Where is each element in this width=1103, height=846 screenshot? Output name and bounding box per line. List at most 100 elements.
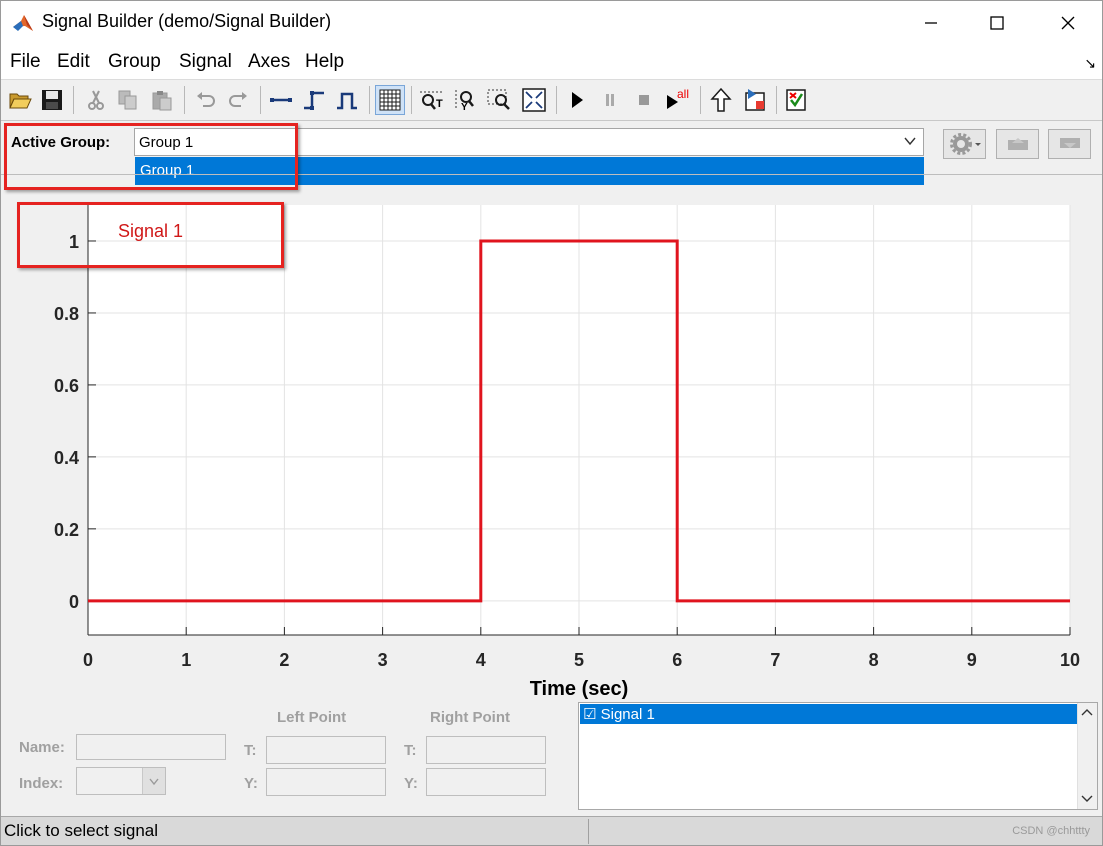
status-text: Click to select signal [4,821,159,840]
x-tick-label: 5 [574,650,584,670]
move-signal-down-button[interactable] [1048,129,1091,159]
left-point-y-field[interactable] [266,768,386,796]
undo-icon [197,92,215,107]
redo-icon [229,92,247,107]
scroll-down-icon[interactable] [1081,794,1093,804]
chevron-down-icon [149,778,159,786]
signal-index-select[interactable] [76,767,166,795]
menu-group[interactable]: Group [108,51,161,73]
x-tick-label: 1 [181,650,191,670]
menu-edit[interactable]: Edit [57,51,90,73]
x-tick-label: 6 [672,650,682,670]
signal-list-item[interactable]: ☑ Signal 1 [580,704,1077,724]
signal-list[interactable]: ☑ Signal 1 [578,702,1098,810]
run-all-button[interactable]: all [663,85,693,115]
pause-button[interactable] [595,85,625,115]
stop-button[interactable] [629,85,659,115]
name-label: Name: [19,739,65,756]
line-segment-icon [270,98,292,102]
zoom-t-icon: T [420,91,444,110]
cut-button[interactable] [81,85,111,115]
x-tick-label: 0 [83,650,93,670]
verification-icon [786,89,806,111]
signal-name-field[interactable] [76,734,226,760]
play-icon [572,92,583,108]
goto-block-icon [745,89,765,111]
y-tick-label: 0.6 [54,376,79,396]
y-tick-label: 0.8 [54,304,79,324]
pulse-button[interactable] [332,85,362,115]
play-button[interactable] [562,85,592,115]
fit-view-icon [522,88,546,112]
menu-axes[interactable]: Axes [248,51,290,73]
redo-button[interactable] [223,85,253,115]
move-signal-up-button[interactable] [996,129,1039,159]
step-icon [304,91,324,110]
x-tick-label: 3 [378,650,388,670]
run-all-badge: all [677,87,689,101]
settings-menu-button[interactable] [943,129,986,159]
chevron-down-icon[interactable] [903,134,917,148]
right-y-label: Y: [404,775,418,792]
copy-icon [118,90,137,110]
save-icon [42,90,62,110]
menu-dock-arrow-icon[interactable]: ↘ [1084,55,1096,72]
close-button[interactable] [1034,1,1102,45]
verification-button[interactable] [782,85,812,115]
index-label: Index: [19,775,64,792]
annotation-box-signal [17,202,284,268]
up-arrow-button[interactable] [706,85,736,115]
paste-button[interactable] [147,85,177,115]
maximize-button[interactable] [963,1,1031,45]
minimize-button[interactable] [897,1,965,45]
watermark: CSDN @chhttty [1012,825,1090,837]
move-down-icon [1059,138,1080,148]
x-tick-label: 8 [869,650,879,670]
line-segment-button[interactable] [266,85,296,115]
goto-block-button[interactable] [740,85,770,115]
svg-text:T: T [436,98,443,110]
right-point-heading: Right Point [430,709,510,726]
signal-list-scrollbar[interactable] [1077,703,1097,809]
zoom-box-button[interactable] [485,85,515,115]
minimize-icon [925,22,937,24]
undo-button[interactable] [191,85,221,115]
matlab-logo-icon [13,15,33,31]
menu-signal[interactable]: Signal [179,51,232,73]
move-up-icon [1007,138,1028,150]
menu-file[interactable]: File [10,51,41,73]
svg-text:Y: Y [461,102,468,111]
grid-toggle-button[interactable] [375,85,405,115]
title-bar: Signal Builder (demo/Signal Builder) [1,1,1102,45]
open-icon [9,93,32,109]
scroll-up-icon[interactable] [1081,707,1093,717]
grid-icon [379,89,401,111]
left-point-t-field[interactable] [266,736,386,764]
x-tick-label: 9 [967,650,977,670]
x-tick-label: 10 [1060,650,1080,670]
save-button[interactable] [37,85,67,115]
zoom-t-button[interactable]: T [417,85,447,115]
window-title: Signal Builder (demo/Signal Builder) [42,11,332,31]
x-tick-label: 2 [279,650,289,670]
copy-button[interactable] [113,85,143,115]
left-t-label: T: [244,742,257,759]
right-t-label: T: [404,742,417,759]
y-tick-label: 0 [69,592,79,612]
y-tick-label: 0.4 [54,448,79,468]
open-button[interactable] [5,85,35,115]
pause-icon [606,94,614,106]
run-all-icon: all [667,87,689,109]
menu-help[interactable]: Help [305,51,344,73]
zoom-y-button[interactable]: Y [451,85,481,115]
close-icon [1061,16,1075,30]
step-button[interactable] [299,85,329,115]
right-point-y-field[interactable] [426,768,546,796]
left-point-heading: Left Point [277,709,347,726]
zoom-box-icon [487,89,510,110]
fit-view-button[interactable] [519,85,549,115]
status-bar: Click to select signal CSDN @chhttty [1,816,1102,845]
y-tick-label: 0.2 [54,520,79,540]
right-point-t-field[interactable] [426,736,546,764]
zoom-y-icon: Y [455,90,474,111]
